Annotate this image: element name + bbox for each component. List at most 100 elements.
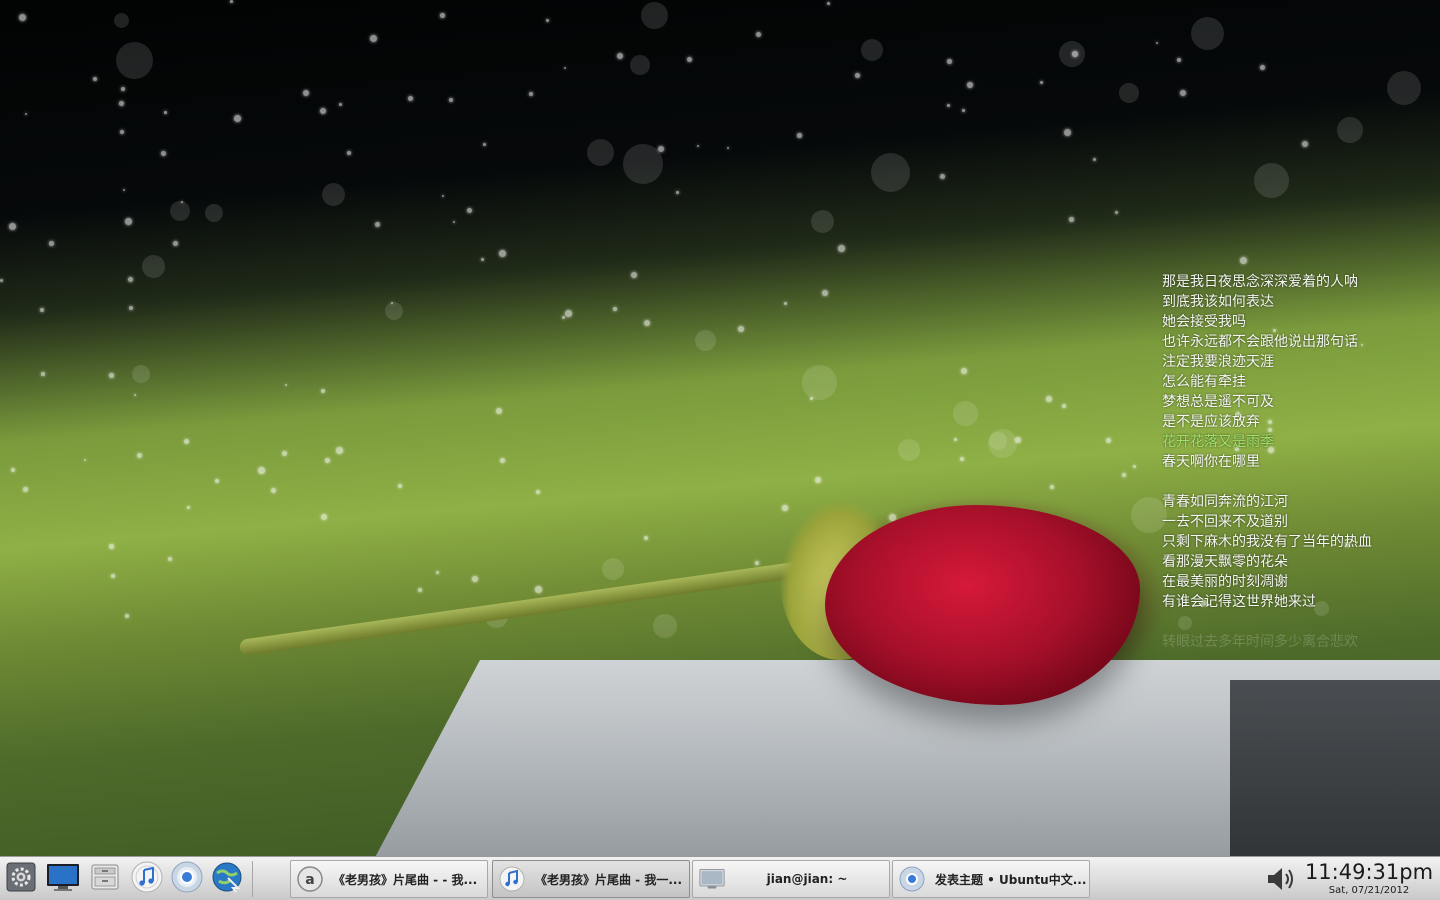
rain-drop [19,14,26,21]
rain-drop [111,574,115,578]
rain-drop [347,151,351,155]
lyric-line: 那是我日夜思念深深爱着的人呐 [1162,274,1358,290]
rain-drop [617,53,624,60]
gear-icon [6,862,36,896]
rain-drop [827,2,831,6]
rain-drop [168,557,173,562]
rain-drop [258,467,265,474]
rain-drop [472,576,478,582]
rain-drop [613,307,617,311]
web-browser-launcher[interactable] [210,862,244,896]
clock-date: Sat, 07/21/2012 [1328,885,1410,896]
monitor-icon [46,862,80,896]
rain-drop [109,373,114,378]
task-label: 《老男孩》片尾曲 - 我一... [535,872,683,887]
rain-drop [137,453,143,459]
rain-drop [658,146,665,153]
bokeh-circle [1119,83,1139,103]
rain-drop [370,35,377,42]
rain-drop [442,195,444,197]
bokeh-circle [1387,71,1422,106]
lyric-line: 注定我要浪迹天涯 [1162,354,1274,370]
rain-drop [164,111,167,114]
task-button-terminal[interactable]: jian@jian: ~ [692,860,890,898]
rain-drop [325,458,331,464]
rain-drop [109,544,114,549]
task-label: 发表主题 • Ubuntu中文... [935,872,1087,887]
rain-drop [161,151,166,156]
rain-drop [1302,141,1308,147]
music-player-launcher[interactable] [130,861,164,896]
rain-drop [398,484,403,489]
bokeh-circle [142,255,165,278]
rain-drop [1177,58,1181,62]
lyric-line-current: 花开花落又是雨季 [1162,434,1274,450]
rain-drop [631,272,638,279]
rain-drop [320,108,327,115]
rain-drop [134,394,137,397]
bokeh-circle [641,2,668,29]
bokeh-circle [132,365,151,384]
rain-drop [271,488,277,494]
rain-drop [418,588,422,592]
lyric-line: 只剩下麻木的我没有了当年的热血 [1162,534,1372,550]
system-settings-launcher[interactable] [4,862,38,896]
rain-drop [453,221,456,224]
rose-stem [238,553,856,656]
chrome-icon [899,866,925,892]
bokeh-circle [623,144,663,184]
volume-control[interactable] [1264,863,1300,895]
desktop-lyrics-widget: 那是我日夜思念深深爱着的人呐 到底我该如何表达 她会接受我吗 也许永远都不会跟他… [1162,272,1432,652]
task-button-music-player[interactable]: 《老男孩》片尾曲 - 我一... [492,860,690,898]
rain-drop [810,397,813,400]
clock-time: 11:49:31pm [1304,860,1434,884]
rain-drop [1156,42,1159,45]
rain-drop [436,571,440,575]
lyric-line: 到底我该如何表达 [1162,294,1274,310]
rain-drop [1064,129,1071,136]
task-label: jian@jian: ~ [766,872,848,886]
file-cabinet-icon [90,862,120,896]
music-note-icon [499,866,525,892]
clock-widget[interactable]: 11:49:31pm Sat, 07/21/2012 [1304,859,1434,897]
rain-drop [187,506,190,509]
lyric-line: 在最美丽的时刻凋谢 [1162,574,1288,590]
rain-drop [797,133,802,138]
bokeh-circle [861,39,884,62]
lyric-line: 是不是应该放弃 [1162,414,1260,430]
rain-drop [756,32,762,38]
bokeh-circle [170,201,191,222]
rain-drop [125,614,130,619]
rain-drop [173,241,178,246]
lyric-gap [1162,472,1432,492]
rain-drop [1260,65,1265,70]
rain-drop [282,451,288,457]
task-button-browser[interactable]: 发表主题 • Ubuntu中文... [892,860,1090,898]
file-manager-launcher[interactable] [88,862,122,896]
rain-drop [962,109,965,112]
rain-drop [535,586,542,593]
bokeh-circle [630,55,650,75]
rain-drop [303,90,310,97]
rain-drop [1050,485,1054,489]
lyric-line: 青春如同奔流的江河 [1162,494,1288,510]
rain-drop [93,77,98,82]
task-button-lyrics[interactable]: a 《老男孩》片尾曲 - - 我... [290,860,488,898]
rain-drop [9,223,16,230]
lyric-line: 怎么能有牵挂 [1162,374,1246,390]
show-desktop-launcher[interactable] [46,862,80,896]
terminal-icon [699,866,725,892]
rain-drop [120,130,125,135]
chrome-browser-launcher[interactable] [170,861,204,896]
rain-drop [838,245,845,252]
rain-drop [1062,404,1066,408]
rain-drop [408,96,413,101]
rain-drop [1240,257,1247,264]
rain-drop [1106,438,1112,444]
rain-drop [321,389,326,394]
rain-drop [1072,51,1078,57]
rain-drop [1040,81,1044,85]
rain-drop [961,368,967,374]
rain-drop [0,279,4,283]
rain-drop [483,143,487,147]
